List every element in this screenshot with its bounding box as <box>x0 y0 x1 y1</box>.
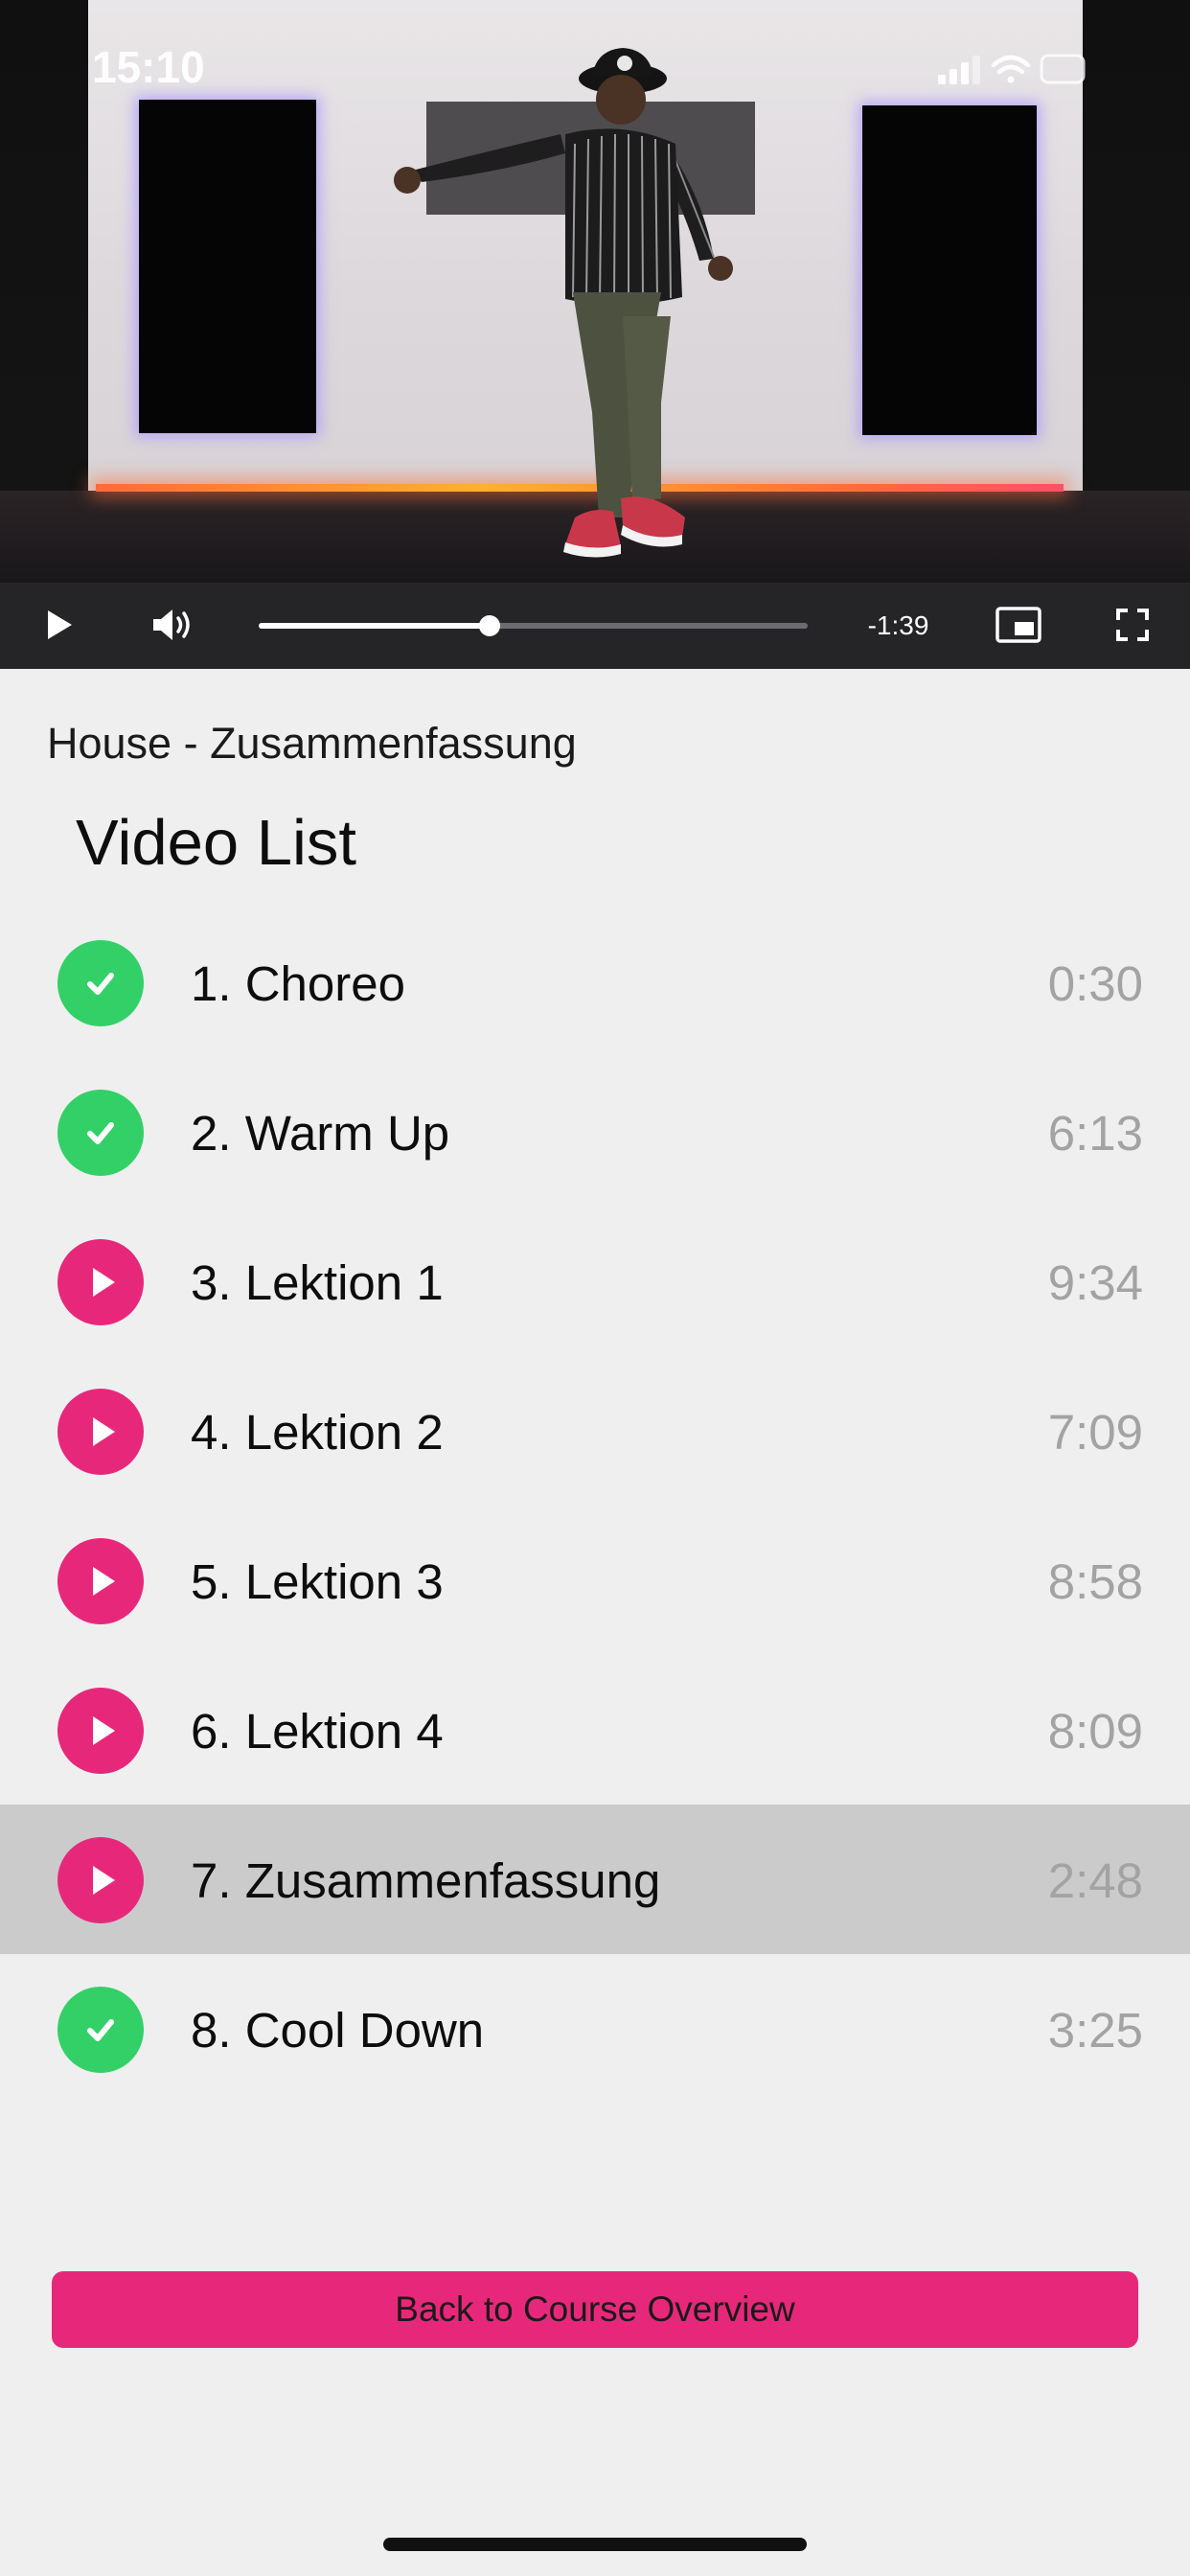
video-list: 1. Choreo 0:30 2. Warm Up 6:13 3. Lektion 1 9… <box>0 908 1190 2104</box>
play-icon <box>93 1268 115 1297</box>
video-list-item[interactable]: 7. Zusammenfassung 2:48 <box>0 1805 1190 1954</box>
video-list-heading: Video List <box>76 807 357 879</box>
video-duration: 8:58 <box>1047 1554 1143 1609</box>
remaining-time: -1:39 <box>867 610 929 640</box>
play-video-button[interactable] <box>57 1239 144 1325</box>
play-icon <box>93 1866 115 1895</box>
cellular-signal-icon <box>938 56 980 84</box>
back-to-course-overview-button[interactable]: Back to Course Overview <box>52 2271 1138 2348</box>
video-list-item[interactable]: 3. Lektion 1 9:34 <box>0 1207 1190 1356</box>
play-video-button[interactable] <box>57 1389 144 1475</box>
checkmark-icon <box>87 2019 114 2041</box>
video-title: 5. Lektion 3 <box>191 1554 444 1609</box>
progress-fill <box>259 623 490 629</box>
play-icon <box>93 1417 115 1446</box>
video-duration: 2:48 <box>1047 1853 1143 1908</box>
progress-knob[interactable] <box>478 615 500 636</box>
video-duration: 7:09 <box>1047 1405 1143 1460</box>
video-duration: 9:34 <box>1047 1255 1143 1310</box>
play-button[interactable] <box>38 604 80 646</box>
video-list-item[interactable]: 2. Warm Up 6:13 <box>0 1057 1190 1207</box>
status-bar-time: 15:10 <box>92 42 205 92</box>
video-duration: 0:30 <box>1047 956 1143 1011</box>
video-list-item[interactable]: 1. Choreo 0:30 <box>0 908 1190 1057</box>
fullscreen-button[interactable] <box>1113 606 1152 644</box>
play-video-button[interactable] <box>57 1837 144 1923</box>
battery-icon <box>1040 54 1086 84</box>
checkmark-icon <box>87 1122 114 1144</box>
progress-slider[interactable] <box>259 615 808 636</box>
video-title: 8. Cool Down <box>191 2003 485 2058</box>
play-icon <box>48 610 72 639</box>
wifi-icon <box>991 55 1031 83</box>
picture-in-picture-icon <box>995 607 1041 643</box>
video-list-item[interactable]: 6. Lektion 4 8:09 <box>0 1655 1190 1805</box>
picture-in-picture-button[interactable] <box>992 604 1045 646</box>
video-title: 7. Zusammenfassung <box>191 1853 661 1908</box>
video-duration: 6:13 <box>1047 1106 1143 1161</box>
play-video-button[interactable] <box>57 1538 144 1624</box>
video-title: 4. Lektion 2 <box>191 1405 444 1460</box>
video-title: 1. Choreo <box>191 956 405 1011</box>
play-icon <box>93 1567 115 1596</box>
video-player[interactable]: -1:39 15:10 <box>0 0 1190 669</box>
checkmark-icon <box>87 973 114 995</box>
video-list-item[interactable]: 5. Lektion 3 8:58 <box>0 1506 1190 1655</box>
home-indicator <box>383 2538 807 2551</box>
video-duration: 3:25 <box>1047 2003 1143 2058</box>
volume-icon <box>153 610 190 640</box>
status-bar-icons <box>938 54 1086 84</box>
video-duration: 8:09 <box>1047 1704 1143 1759</box>
play-icon <box>93 1716 115 1745</box>
video-title: 6. Lektion 4 <box>191 1704 444 1759</box>
completed-status <box>57 940 144 1026</box>
video-title: 2. Warm Up <box>191 1106 450 1161</box>
completed-status <box>57 1987 144 2073</box>
fullscreen-icon <box>1116 609 1149 641</box>
volume-button[interactable] <box>146 602 199 648</box>
completed-status <box>57 1090 144 1176</box>
course-title: House - Zusammenfassung <box>47 719 577 768</box>
video-title: 3. Lektion 1 <box>191 1255 444 1310</box>
play-video-button[interactable] <box>57 1688 144 1774</box>
video-list-item[interactable]: 4. Lektion 2 7:09 <box>0 1356 1190 1506</box>
video-list-item[interactable]: 8. Cool Down 3:25 <box>0 1954 1190 2104</box>
